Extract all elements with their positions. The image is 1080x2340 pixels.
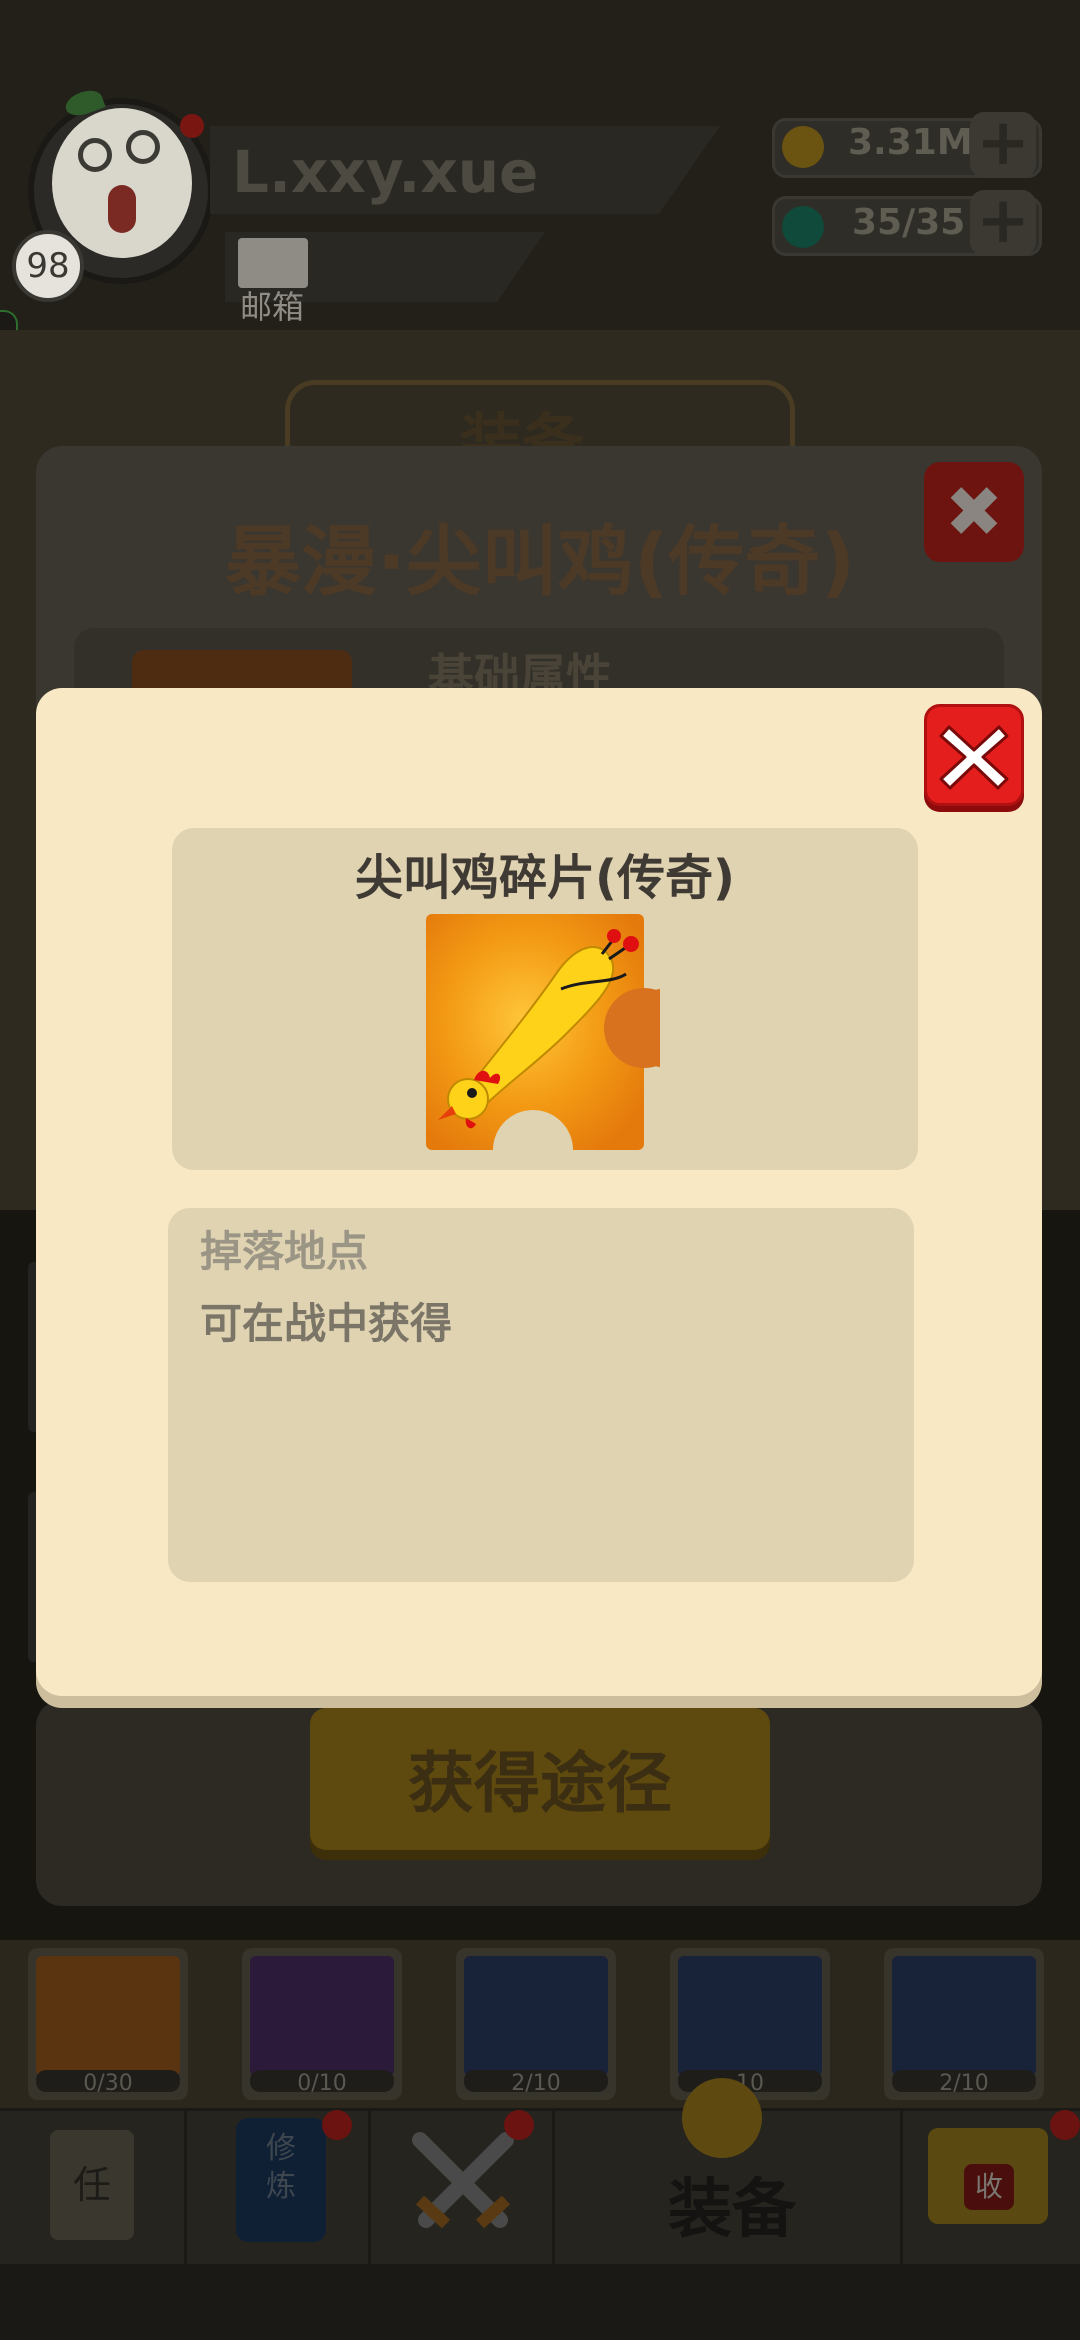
item-title: 暴漫·尖叫鸡(传奇)	[224, 517, 856, 606]
system-nav-strip	[0, 2264, 1080, 2340]
slot-count: 0/10	[297, 2071, 347, 2096]
equipment-slot[interactable]: 2/10	[456, 1948, 616, 2100]
equipment-slot[interactable]: 2/10	[884, 1948, 1044, 2100]
equipment-slot[interactable]: 0/10	[242, 1948, 402, 2100]
gem-value: 35/35	[852, 202, 966, 243]
gold-value: 3.31M	[848, 122, 973, 163]
drop-location-text: 可在战中获得	[200, 1299, 453, 1348]
slot-count: 2/10	[511, 2071, 561, 2096]
close-icon: ✖	[944, 471, 1004, 553]
screaming-chicken-shard-icon	[426, 914, 660, 1150]
nav-battle[interactable]	[368, 2108, 555, 2264]
nav-task[interactable]: 任	[0, 2108, 187, 2264]
player-name: L.xxy.xue	[232, 138, 539, 206]
nav-collect[interactable]: 收	[900, 2108, 1080, 2264]
mail-icon[interactable]	[238, 238, 308, 288]
notification-dot	[1050, 2110, 1080, 2140]
task-glyph: 任	[72, 2163, 111, 2207]
collection-icon: 收	[928, 2128, 1048, 2224]
training-book-icon: 修炼	[236, 2118, 326, 2242]
shard-name: 尖叫鸡碎片(传奇)	[355, 850, 735, 906]
nav-train[interactable]: 修炼	[184, 2108, 371, 2264]
item-panel-close-button[interactable]: ✖	[924, 462, 1024, 562]
slot-count: 2/10	[939, 2071, 989, 2096]
mail-label[interactable]: 邮箱	[240, 282, 304, 328]
avatar	[52, 108, 192, 258]
equipment-slot[interactable]: 0/30	[28, 1948, 188, 2100]
slot-count: 0/30	[83, 2071, 133, 2096]
gem-icon	[782, 206, 824, 248]
task-scroll-icon: 任	[50, 2130, 134, 2240]
close-icon	[939, 725, 1009, 790]
add-gem-button[interactable]: +	[970, 189, 1036, 256]
nav-equip-label: 装备	[668, 2173, 796, 2247]
crossed-swords-icon	[408, 2128, 518, 2238]
collect-glyph: 收	[964, 2164, 1014, 2210]
notification-dot	[322, 2110, 352, 2140]
equipment-slot[interactable]: 10	[670, 1948, 830, 2100]
train-glyph: 修炼	[266, 2131, 296, 2204]
shirt-icon	[36, 1956, 180, 2076]
avatar-eye-left	[78, 138, 112, 172]
gold-coin-icon	[782, 126, 824, 168]
equipment-icon	[682, 2078, 762, 2158]
drop-location-heading: 掉落地点	[200, 1227, 369, 1276]
chest-armor-icon	[678, 1956, 822, 2076]
orb-armor-icon	[892, 1956, 1036, 2076]
avatar-eye-right	[126, 130, 160, 164]
avatar-mouth	[108, 185, 136, 233]
player-level-badge: 98	[12, 230, 84, 302]
notification-dot	[504, 2110, 534, 2140]
blade-icon	[464, 1956, 608, 2076]
dialog-close-button[interactable]	[924, 704, 1024, 806]
blade-icon	[250, 1956, 394, 2076]
add-gold-button[interactable]: +	[970, 111, 1036, 178]
notification-dot	[180, 114, 204, 138]
get-route-label: 获得途径	[408, 1745, 672, 1822]
